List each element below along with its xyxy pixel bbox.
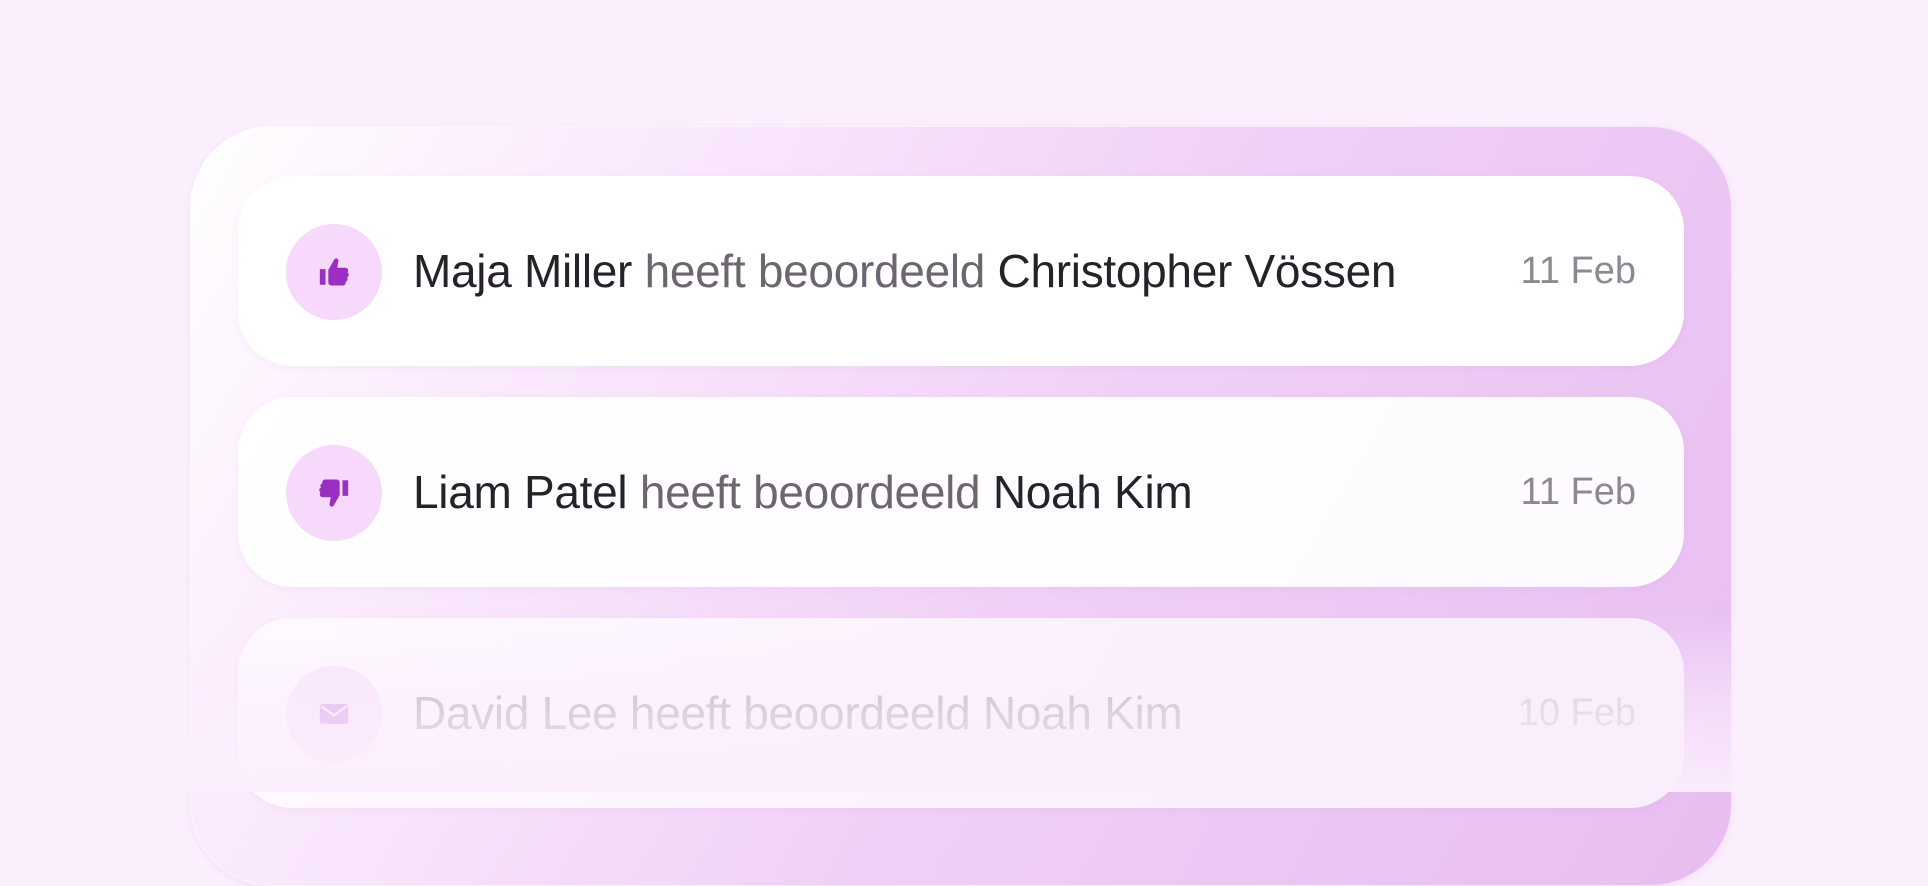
activity-date: 11 Feb (1520, 250, 1636, 292)
activity-date: 10 Feb (1517, 692, 1636, 734)
activity-verb: heeft beoordeeld (629, 687, 971, 739)
activity-target[interactable]: Noah Kim (983, 687, 1183, 739)
activity-icon-badge (286, 666, 382, 762)
activity-text: David Lee heeft beoordeeld Noah Kim (413, 618, 1183, 808)
activity-target[interactable]: Christopher Vössen (998, 245, 1397, 297)
activity-verb: heeft beoordeeld (639, 466, 981, 518)
thumbs-up-icon (319, 258, 349, 286)
activity-panel: Maja Miller heeft beoordeeld Christopher… (190, 126, 1732, 886)
activity-item[interactable]: Maja Miller heeft beoordeeld Christopher… (238, 176, 1684, 366)
activity-verb: heeft beoordeeld (644, 245, 986, 297)
thumbs-down-icon (319, 479, 349, 507)
activity-text: Maja Miller heeft beoordeeld Christopher… (413, 176, 1396, 366)
activity-item[interactable]: Liam Patel heeft beoordeeld Noah Kim 11 … (238, 397, 1684, 587)
activity-text: Liam Patel heeft beoordeeld Noah Kim (413, 397, 1193, 587)
activity-date: 11 Feb (1520, 471, 1636, 513)
activity-actor[interactable]: Maja Miller (413, 245, 632, 297)
activity-icon-badge (286, 445, 382, 541)
activity-item[interactable]: David Lee heeft beoordeeld Noah Kim 10 F… (238, 618, 1684, 808)
activity-target[interactable]: Noah Kim (993, 466, 1193, 518)
activity-icon-badge (286, 224, 382, 320)
mail-icon (319, 704, 349, 724)
activity-actor[interactable]: David Lee (413, 687, 618, 739)
activity-actor[interactable]: Liam Patel (413, 466, 628, 518)
